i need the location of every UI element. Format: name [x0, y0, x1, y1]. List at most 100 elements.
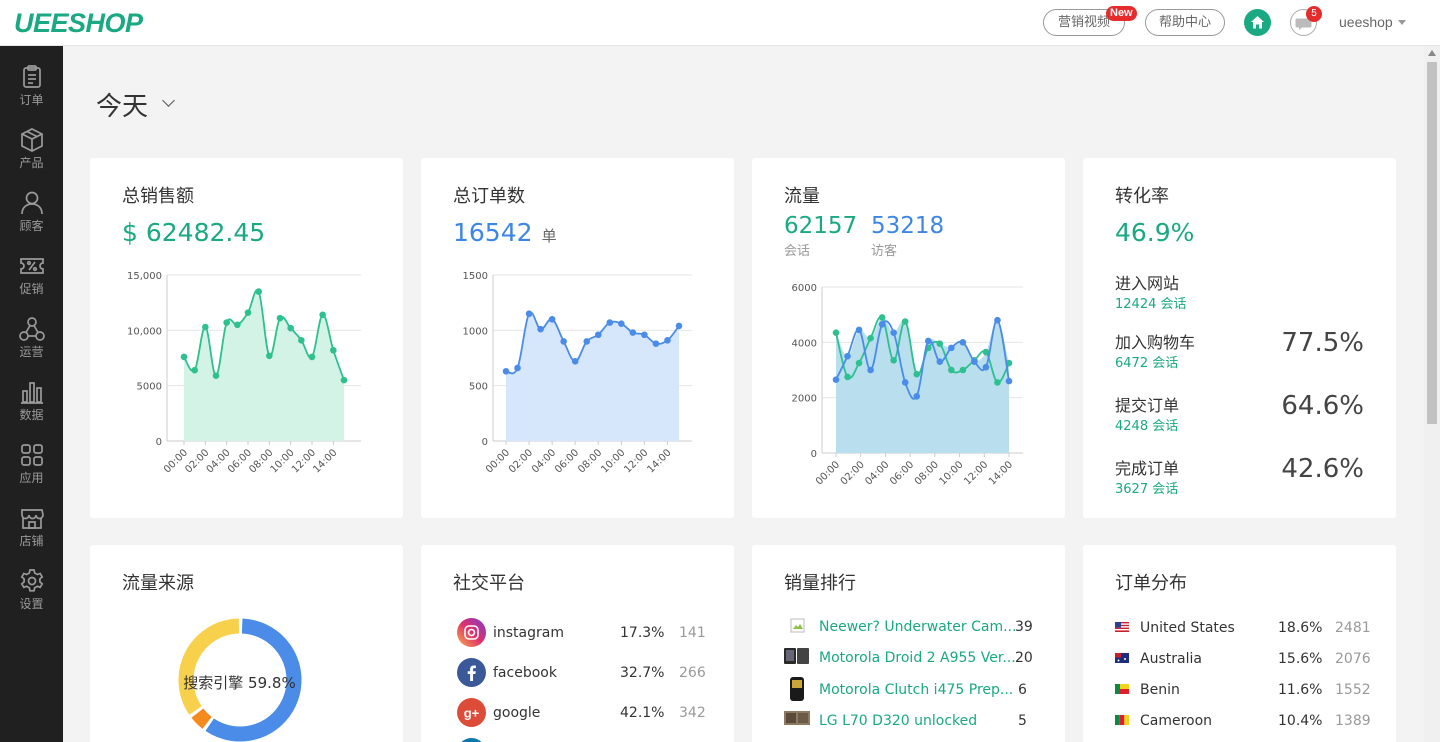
x-tick-label: 10:00 — [938, 459, 966, 487]
data-point — [330, 346, 337, 354]
help-center-button[interactable]: 帮助中心 — [1145, 9, 1225, 36]
x-tick-label: 12:00 — [962, 459, 990, 487]
sidebar-item-promotions[interactable]: 促销 — [0, 253, 63, 313]
social-name: instagram — [493, 625, 564, 641]
x-tick-label: 14:00 — [987, 459, 1015, 487]
data-point — [571, 358, 579, 365]
sidebar-item-label: 订单 — [19, 93, 44, 107]
data-point — [675, 322, 683, 330]
data-point — [287, 324, 294, 332]
sidebar-item-products[interactable]: 产品 — [0, 127, 63, 187]
data-point — [548, 315, 556, 323]
conversion-card: 转化率 46.9% 进入网站 12424 会话 加入购物车 6472 会话 77… — [1083, 158, 1396, 518]
data-point — [664, 336, 671, 344]
sidebar-item-settings[interactable]: 设置 — [0, 568, 63, 628]
card-title: 社交平台 — [453, 573, 525, 594]
data-point — [982, 363, 990, 371]
product-name-link[interactable]: Neewer? Underwater Cam... — [819, 619, 1016, 635]
data-point — [948, 344, 955, 352]
scrollbar-thumb[interactable] — [1427, 62, 1437, 424]
y-tick-label: 1000 — [463, 326, 488, 337]
data-point — [1005, 377, 1013, 385]
product-name-link[interactable]: Motorola Clutch i475 Prep... — [819, 682, 1013, 698]
card-title: 订单分布 — [1115, 573, 1187, 594]
funnel-step-label: 加入购物车 — [1115, 333, 1196, 352]
sidebar-item-apps[interactable]: 应用 — [0, 442, 63, 502]
scroll-up-icon[interactable] — [1428, 50, 1436, 56]
phone-thumbnail-icon — [784, 711, 810, 725]
data-point — [844, 373, 851, 381]
social-count: 266 — [679, 665, 706, 681]
data-point — [319, 311, 326, 319]
data-point — [948, 366, 955, 374]
product-name-link[interactable]: LG L70 D320 unlocked — [819, 713, 977, 729]
sidebar-item-data[interactable]: 数据 — [0, 379, 63, 439]
social-count: 141 — [679, 625, 706, 641]
ueeshop-logo[interactable]: UEESHOP — [14, 8, 143, 39]
sidebar-item-label: 店铺 — [19, 534, 44, 548]
traffic-source-donut — [178, 618, 302, 742]
chevron-down-icon[interactable] — [1398, 20, 1406, 25]
data-point — [936, 340, 944, 348]
x-tick-label: 00:00 — [814, 459, 842, 487]
clipboard-icon — [22, 65, 41, 88]
linkedin-icon — [461, 738, 482, 742]
date-range-select[interactable]: 今天 — [96, 86, 148, 123]
x-tick-label: 04:00 — [863, 459, 891, 487]
chevron-down-icon[interactable] — [162, 94, 175, 107]
product-sales-count: 39 — [1015, 619, 1033, 635]
country-name: Cameroon — [1140, 713, 1213, 729]
sidebar-item-customers[interactable]: 顾客 — [0, 190, 63, 250]
network-icon — [18, 317, 45, 341]
donut-center-label: 搜索引擎 59.8% — [183, 674, 296, 692]
sidebar-item-store[interactable]: 店铺 — [0, 505, 63, 565]
country-count: 2076 — [1335, 651, 1371, 667]
social-count: 342 — [679, 705, 706, 721]
funnel-step-sessions: 6472 会话 — [1115, 356, 1179, 371]
traffic-chart: 0 2000 4000 6000 00:0002:0004:0006:0008:0010… — [792, 283, 1023, 488]
funnel-step-sessions: 12424 会话 — [1115, 297, 1187, 312]
data-point — [244, 309, 252, 316]
sidebar-item-orders[interactable]: 订单 — [0, 64, 63, 124]
social-name: facebook — [493, 665, 557, 681]
x-tick-label: 02:00 — [507, 447, 535, 475]
data-point — [890, 357, 897, 364]
data-point — [629, 329, 637, 336]
home-icon — [1251, 16, 1264, 29]
data-point — [936, 358, 944, 365]
area-fill — [506, 312, 679, 441]
x-tick-label: 08:00 — [576, 447, 604, 475]
home-button[interactable] — [1244, 9, 1271, 36]
top-bar: UEESHOP 营销视频 New 帮助中心 5 ueeshop — [0, 0, 1440, 46]
y-tick-label: 0 — [811, 449, 817, 460]
sales-chart: 0500010,00015,00000:0002:0004:0006:0008:… — [127, 271, 361, 476]
data-point — [308, 353, 316, 361]
data-point — [276, 314, 284, 322]
funnel-step-percent: 77.5% — [1281, 328, 1364, 358]
orders-chart: 0 500 1000 1500 00:0002:0004:0006:0008:0010:… — [463, 271, 692, 476]
data-point — [832, 329, 840, 336]
country-name: Australia — [1140, 651, 1202, 667]
data-point — [994, 316, 1001, 324]
funnel-step-sessions: 4248 会话 — [1115, 419, 1179, 434]
traffic-card: 流量 62157 会话 53218 访客 0 2000 4000 6000 00:00 0… — [752, 158, 1065, 518]
data-point — [867, 334, 874, 342]
data-point — [255, 288, 262, 295]
x-tick-label: 04:00 — [530, 447, 558, 475]
instagram-icon — [457, 618, 486, 647]
data-point — [832, 376, 840, 383]
order-distribution-card: 订单分布 United States 18.6% 2481 Australia … — [1083, 545, 1396, 742]
x-tick-label: 00:00 — [484, 447, 512, 475]
data-point — [878, 321, 886, 328]
x-tick-label: 06:00 — [553, 447, 581, 475]
data-point — [298, 336, 305, 344]
data-point — [913, 370, 921, 378]
user-menu[interactable]: ueeshop — [1339, 14, 1393, 30]
x-tick-label: 08:00 — [913, 459, 941, 487]
product-name-link[interactable]: Motorola Droid 2 A955 Ver... — [819, 650, 1016, 666]
funnel-step-label: 完成订单 — [1115, 459, 1180, 478]
funnel-step-percent: 42.6% — [1281, 454, 1364, 484]
funnel-step-label: 提交订单 — [1115, 396, 1180, 415]
funnel-step-label: 进入网站 — [1115, 274, 1180, 293]
sidebar-item-operations[interactable]: 运营 — [0, 316, 63, 376]
